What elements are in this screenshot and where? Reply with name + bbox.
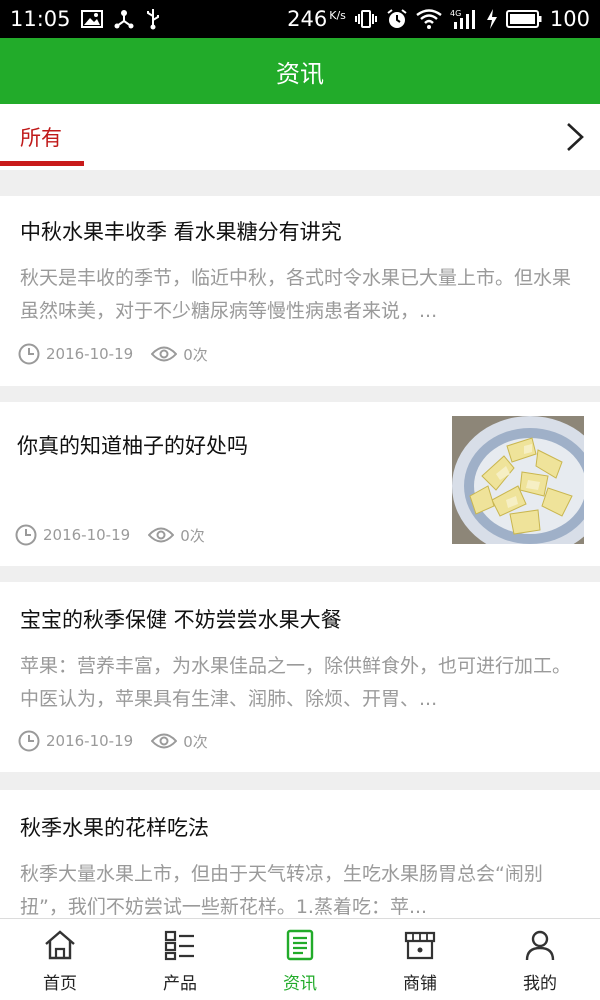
- battery-icon: [505, 10, 542, 28]
- article-date: 2016-10-19: [46, 732, 134, 750]
- svg-text:4G: 4G: [450, 9, 461, 18]
- article-date: 2016-10-19: [46, 345, 134, 363]
- clock-icon: [18, 343, 40, 365]
- user-icon: [523, 929, 557, 965]
- charging-icon: [486, 8, 498, 30]
- nav-label: 商铺: [403, 974, 437, 994]
- article-summary: 苹果：营养丰富，为水果佳品之一，除供鲜食外，也可进行加工。中医认为，苹果具有生津…: [20, 655, 572, 710]
- usb-tree-icon: [113, 9, 135, 29]
- tab-active-indicator: [0, 161, 84, 166]
- eye-icon: [148, 526, 175, 544]
- nav-label: 我的: [523, 974, 557, 994]
- clock-icon: [15, 524, 37, 546]
- news-icon: [283, 929, 317, 965]
- nav-label: 产品: [163, 974, 197, 994]
- category-tabs: 所有: [0, 104, 600, 170]
- alarm-icon: [386, 8, 408, 30]
- article-meta: 2016-10-19 0次: [18, 730, 208, 752]
- tab-all[interactable]: 所有: [20, 122, 62, 152]
- article-title[interactable]: 宝宝的秋季保健 不妨尝尝水果大餐: [20, 604, 342, 634]
- article-views: 0次: [183, 732, 208, 751]
- eye-icon: [151, 732, 178, 750]
- network-speed: 246: [287, 7, 328, 31]
- article-meta: 2016-10-19 0次: [18, 343, 208, 365]
- article-card[interactable]: 你真的知道柚子的好处吗 2016-10-19 0次: [0, 402, 600, 566]
- article-title[interactable]: 你真的知道柚子的好处吗: [17, 430, 248, 460]
- article-card[interactable]: 宝宝的秋季保健 不妨尝尝水果大餐 苹果：营养丰富，为水果佳品之一，除供鲜食外，也…: [0, 582, 600, 772]
- article-title[interactable]: 秋季水果的花样吃法: [20, 812, 209, 842]
- nav-news[interactable]: 资讯: [240, 919, 360, 1000]
- nav-home[interactable]: 首页: [0, 919, 120, 1000]
- battery-level: 100: [549, 7, 590, 31]
- home-icon: [43, 929, 77, 965]
- shop-icon: [403, 929, 437, 965]
- article-views: 0次: [180, 526, 205, 545]
- article-title[interactable]: 中秋水果丰收季 看水果糖分有讲究: [20, 216, 342, 246]
- status-time: 11:05: [10, 7, 71, 31]
- article-date: 2016-10-19: [43, 526, 131, 544]
- nav-shop[interactable]: 商铺: [360, 919, 480, 1000]
- header-bar: 资讯: [0, 38, 600, 104]
- nav-label: 资讯: [283, 974, 317, 994]
- article-meta: 2016-10-19 0次: [15, 524, 205, 546]
- clock-icon: [18, 730, 40, 752]
- wifi-icon: [416, 9, 442, 29]
- 4g-signal-icon: 4G: [450, 8, 478, 30]
- article-views: 0次: [183, 345, 208, 364]
- article-summary: 秋天是丰收的季节，临近中秋，各式时令水果已大量上市。但水果虽然味美，对于不少糖尿…: [20, 267, 572, 322]
- article-card[interactable]: 秋季水果的花样吃法 秋季大量水果上市，但由于天气转凉，生吃水果肠胃总会“闹别扭”…: [0, 790, 600, 918]
- article-summary: 秋季大量水果上市，但由于天气转凉，生吃水果肠胃总会“闹别扭”，我们不妨尝试一些新…: [20, 863, 543, 918]
- pomelo-plate-image[interactable]: [452, 416, 584, 544]
- product-list-icon: [163, 929, 197, 965]
- nav-products[interactable]: 产品: [120, 919, 240, 1000]
- nav-label: 首页: [43, 974, 77, 994]
- page-title: 资讯: [276, 59, 324, 88]
- eye-icon: [151, 345, 178, 363]
- nav-mine[interactable]: 我的: [480, 919, 600, 1000]
- status-bar: 11:05 246 K/s 4G 100: [0, 0, 600, 38]
- article-card[interactable]: 中秋水果丰收季 看水果糖分有讲究 秋天是丰收的季节，临近中秋，各式时令水果已大量…: [0, 196, 600, 386]
- image-icon: [80, 10, 103, 28]
- vibrate-icon: [354, 9, 378, 29]
- bottom-nav: 首页 产品 资讯 商铺 我的: [0, 918, 600, 1000]
- chevron-right-icon[interactable]: [564, 120, 586, 158]
- network-speed-unit: K/s: [329, 9, 346, 22]
- usb-icon: [145, 8, 161, 30]
